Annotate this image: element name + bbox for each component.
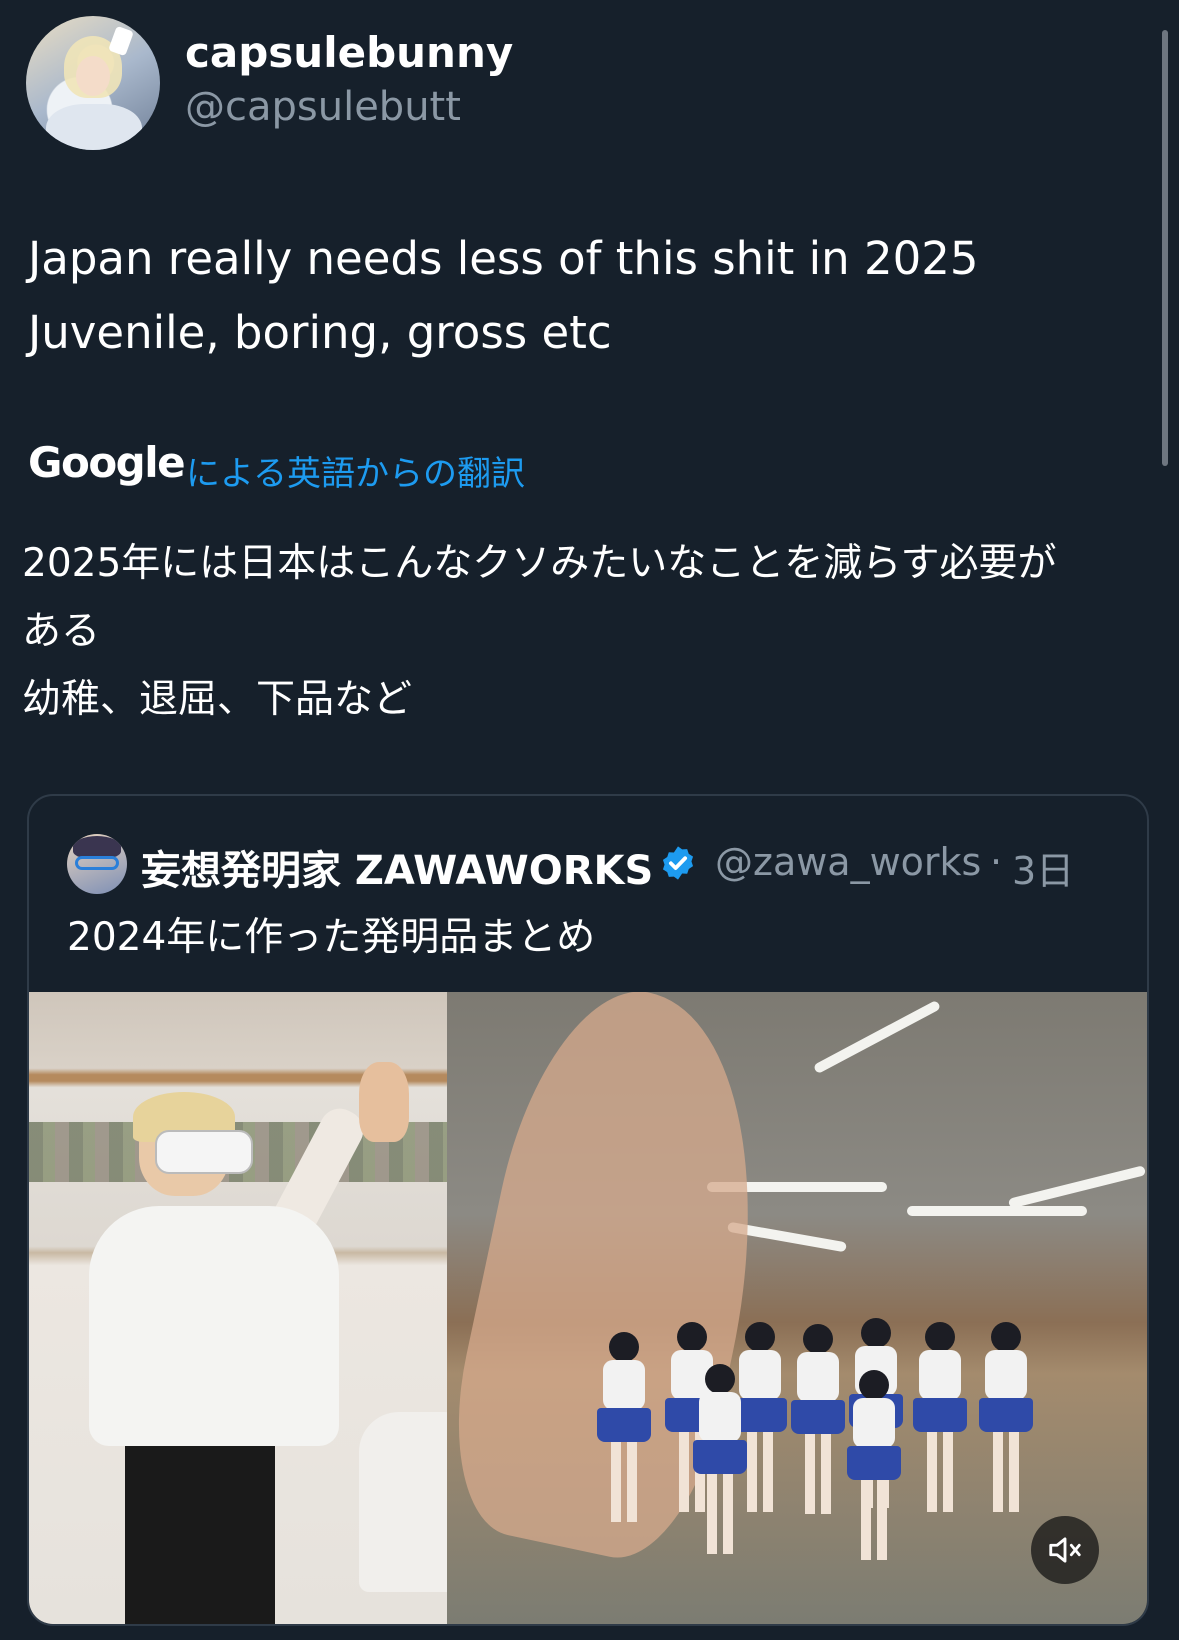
ceiling-light bbox=[812, 999, 942, 1075]
ceiling-light bbox=[1007, 1165, 1147, 1209]
dancer-figure bbox=[597, 1332, 651, 1522]
speaker-muted-icon bbox=[1049, 1537, 1081, 1563]
tweet-text: Japan really needs less of this shit in … bbox=[28, 222, 978, 370]
scrollbar[interactable] bbox=[1162, 30, 1168, 466]
author-handle[interactable]: @capsulebutt bbox=[185, 84, 461, 130]
separator-dot: · bbox=[990, 840, 1003, 884]
author-avatar[interactable] bbox=[26, 16, 160, 150]
person-shirt bbox=[89, 1206, 339, 1446]
author-display-name[interactable]: capsulebunny bbox=[185, 28, 513, 77]
dancer-figure bbox=[693, 1364, 747, 1554]
mute-button[interactable] bbox=[1031, 1516, 1099, 1584]
quoted-tweet-card[interactable]: 妄想発明家 ZAWAWORKS @zawa_works · 3日 2024年に作… bbox=[27, 794, 1149, 1626]
verified-badge-icon bbox=[662, 846, 694, 880]
ceiling-light bbox=[907, 1206, 1087, 1216]
tweet-line: Juvenile, boring, gross etc bbox=[28, 306, 612, 359]
quoted-avatar-glasses bbox=[75, 856, 119, 870]
dancer-figure bbox=[791, 1324, 845, 1514]
avatar-dress bbox=[46, 104, 142, 150]
quoted-tweet-video[interactable] bbox=[29, 992, 1147, 1624]
dancer-figure bbox=[979, 1322, 1033, 1512]
dancer-figure bbox=[913, 1322, 967, 1512]
translated-line: 幼稚、退屈、下品など bbox=[22, 677, 413, 722]
vr-headset bbox=[155, 1130, 253, 1174]
translated-line: 2025年には日本はこんなクソみたいなことを減らす必要が bbox=[22, 541, 1057, 586]
video-panel-person-with-headset bbox=[29, 992, 465, 1624]
quoted-tweet-time[interactable]: 3日 bbox=[1012, 840, 1074, 895]
tweet-line: Japan really needs less of this shit in … bbox=[28, 232, 979, 285]
quoted-author-avatar[interactable] bbox=[67, 834, 127, 894]
person-legs bbox=[125, 1446, 275, 1624]
raised-hand bbox=[359, 1062, 409, 1142]
translated-text: 2025年には日本はこんなクソみたいなことを減らす必要が ある 幼稚、退屈、下品… bbox=[22, 530, 1152, 734]
avatar-bow bbox=[108, 25, 134, 57]
google-logo: Google bbox=[28, 438, 186, 487]
translated-line: ある bbox=[22, 609, 101, 654]
dancer-figure bbox=[847, 1370, 901, 1560]
translation-link[interactable]: による英語からの翻訳 bbox=[186, 446, 525, 495]
avatar-face bbox=[76, 56, 110, 96]
quoted-avatar-hair bbox=[73, 836, 121, 858]
quoted-tweet-text: 2024年に作った発明品まとめ bbox=[67, 915, 596, 960]
quoted-author-name[interactable]: 妄想発明家 ZAWAWORKS bbox=[141, 838, 653, 896]
quoted-author-handle[interactable]: @zawa_works bbox=[715, 840, 981, 884]
